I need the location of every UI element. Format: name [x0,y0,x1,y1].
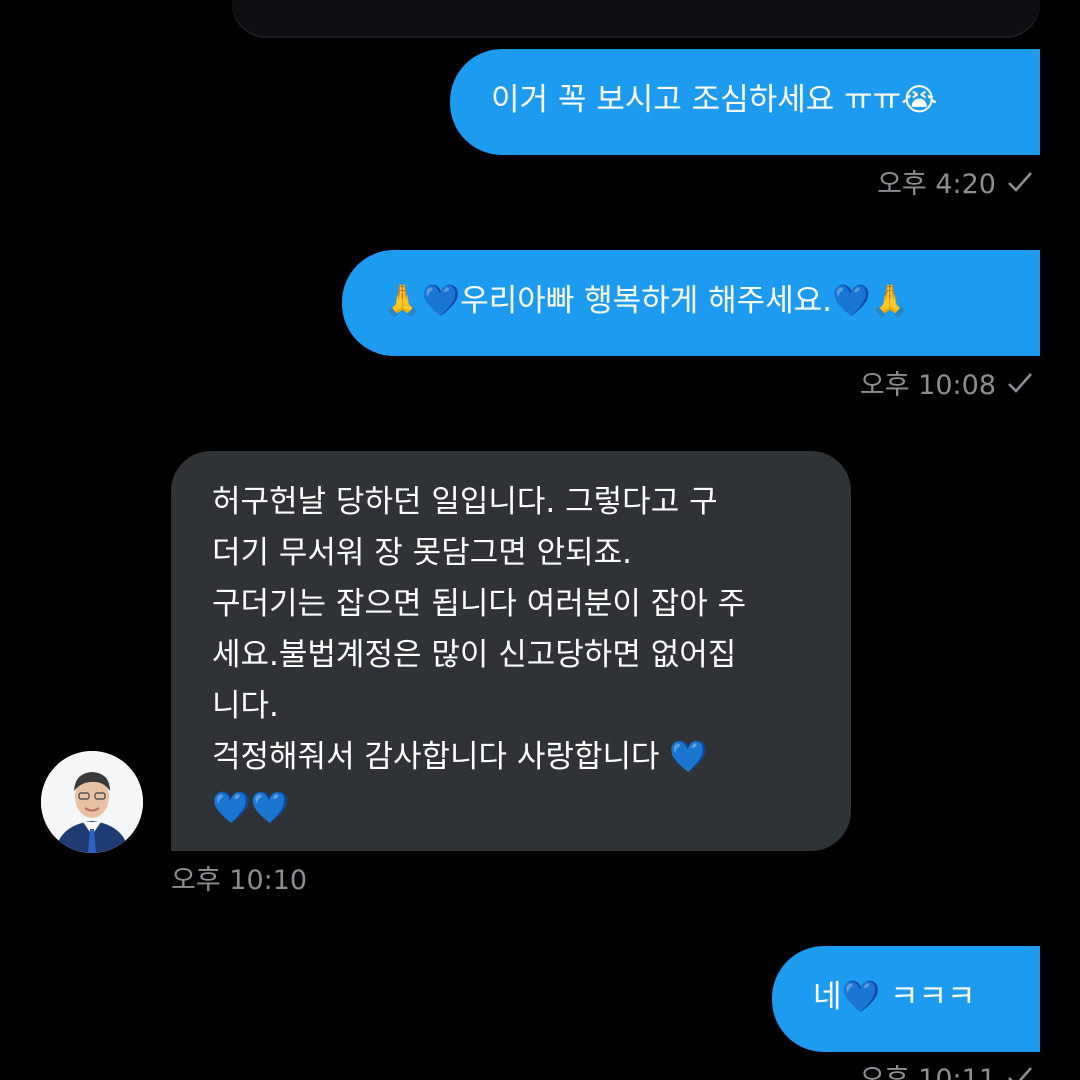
message-meta: 오후 10:08 [860,363,1034,402]
message-line: 구더기는 잡으면 됩니다 여러분이 잡아 주 [212,586,747,622]
message-line: 세요.불법계정은 많이 신고당하면 없어집 [212,637,737,673]
message-meta: 오후 10:11 [860,1057,1034,1080]
message-line: 니다. [212,688,279,724]
message-timestamp: 오후 10:10 [171,865,308,896]
message-line: 💙💙 [212,790,290,826]
message-text: 이거 꼭 보시고 조심하세요 ㅠㅠ😭 [491,82,938,118]
received-message-bubble[interactable]: 허구헌날 당하던 일입니다. 그렇다고 구 더기 무서워 장 못담그면 안되죠.… [171,451,851,851]
message-text: 🙏💙우리아빠 행복하게 해주세요.💙🙏 [383,283,910,319]
message-meta: 오후 10:10 [171,858,307,897]
checkmark-icon [1008,372,1032,393]
message-line: 허구헌날 당하던 일입니다. 그렇다고 구 [212,484,718,520]
sent-message-bubble[interactable]: 이거 꼭 보시고 조심하세요 ㅠㅠ😭 [450,49,1040,155]
message-text: 네💙 ㅋㅋㅋ [813,979,976,1015]
message-timestamp: 오후 10:11 [859,1064,996,1080]
message-line: 더기 무서워 장 못담그면 안되죠. [212,535,633,571]
user-avatar[interactable] [41,751,143,853]
message-line: 걱정해줘서 감사합니다 사랑합니다 💙 [212,739,708,775]
profile-photo [41,751,143,853]
sent-message-bubble[interactable]: 네💙 ㅋㅋㅋ [772,946,1040,1052]
dm-conversation: 이거 꼭 보시고 조심하세요 ㅠㅠ😭 오후 4:20 🙏💙우리아빠 행복하게 해… [0,0,1080,1080]
message-timestamp: 오후 4:20 [877,169,996,200]
previous-media-message[interactable] [232,0,1040,38]
message-timestamp: 오후 10:08 [859,370,996,401]
checkmark-icon [1008,171,1032,192]
sent-message-bubble[interactable]: 🙏💙우리아빠 행복하게 해주세요.💙🙏 [342,250,1040,356]
checkmark-icon [1008,1066,1032,1080]
add-person-icon[interactable] [66,0,116,16]
message-meta: 오후 4:20 [877,162,1034,201]
